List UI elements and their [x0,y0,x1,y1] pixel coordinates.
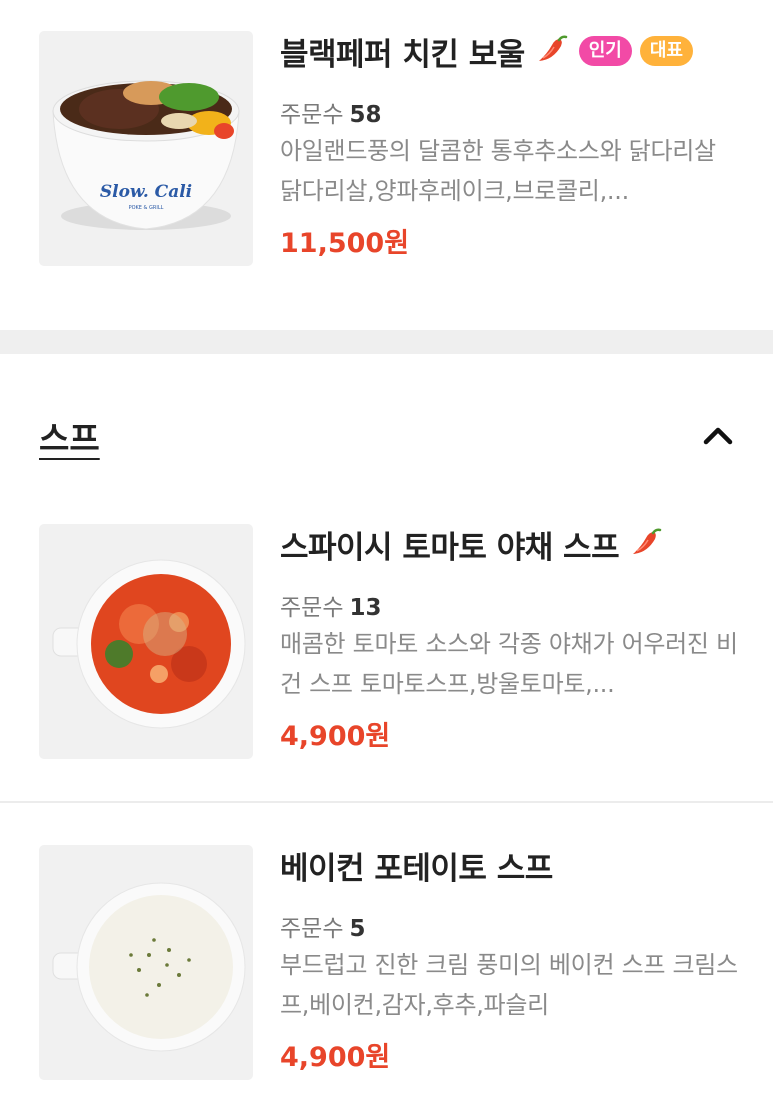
menu-item-description: 매콤한 토마토 소스와 각종 야채가 어우러진 비건 스프 토마토스프,방울토마… [280,630,738,698]
section-header-soup[interactable]: 스프 [0,400,773,470]
menu-item-bacon-potato-soup[interactable]: 베이컨 포테이토 스프 주문수 5 부드럽고 진한 크림 풍미의 베이컨 스프 크… [0,845,773,1085]
menu-item-description: 아일랜드풍의 달콤한 통후추소스와 닭다리살 닭다리살,양파후레이크,브로콜리,… [280,137,716,205]
menu-item-title: 베이컨 포테이토 스프 [280,850,553,887]
chevron-up-icon[interactable] [700,420,736,450]
item-divider [0,801,773,803]
menu-item-image [39,524,253,759]
menu-item-black-pepper-chicken-bowl[interactable]: Slow. Cali POKE & GRILL 블랙페퍼 치킨 보울 인기 대표… [0,31,773,291]
menu-item-price: 4,900원 [280,721,391,752]
badge-signature: 대표 [639,36,693,66]
menu-item-price: 11,500원 [280,228,410,259]
section-title: 스프 [39,419,100,458]
menu-item-image [39,845,253,1080]
menu-item-title: 스파이시 토마토 야채 스프 [280,529,620,566]
order-count: 주문수 58 [280,102,382,128]
section-separator [0,330,773,354]
potato-soup-image [52,882,246,1052]
tomato-soup-image [52,559,246,729]
menu-item-description: 부드럽고 진한 크림 풍미의 베이컨 스프 크림스프,베이컨,감자,후추,파슬리 [280,951,738,1019]
svg-text:POKE & GRILL: POKE & GRILL [129,205,164,211]
badge-popular: 인기 [578,36,632,66]
menu-item-image: Slow. Cali POKE & GRILL [39,31,253,266]
chili-pepper-icon [535,34,571,68]
bowl-image: Slow. Cali POKE & GRILL [52,80,240,230]
menu-item-price: 4,900원 [280,1042,391,1073]
svg-text:Slow. Cali: Slow. Cali [100,182,192,202]
menu-item-title: 블랙페퍼 치킨 보울 [280,36,525,73]
order-count: 주문수 5 [280,916,366,942]
menu-item-spicy-tomato-soup[interactable]: 스파이시 토마토 야채 스프 주문수 13 매콤한 토마토 소스와 각종 야채가 … [0,524,773,764]
order-count: 주문수 13 [280,595,382,621]
chili-pepper-icon [629,527,665,561]
